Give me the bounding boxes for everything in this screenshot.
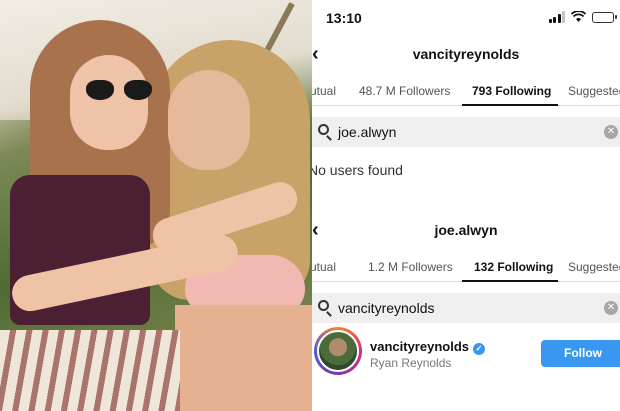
wifi-icon [571, 11, 586, 22]
clear-icon[interactable]: ✕ [604, 301, 618, 315]
tab-following[interactable]: 132 Following [474, 260, 553, 274]
photo-two-women-hugging [0, 0, 312, 411]
result-full-name: Ryan Reynolds [370, 356, 452, 370]
tab-suggested[interactable]: Suggested [568, 84, 620, 98]
clear-icon[interactable]: ✕ [604, 125, 618, 139]
search-input[interactable]: joe.alwyn ✕ [312, 117, 620, 147]
status-time: 13:10 [326, 10, 362, 26]
screen2-header: ‹ joe.alwyn [312, 218, 620, 246]
search-query: joe.alwyn [338, 124, 397, 140]
profile-title: vancityreynolds [412, 46, 520, 62]
search-icon [318, 300, 329, 311]
user-result-row[interactable]: vancityreynolds ✓ Ryan Reynolds Follow [312, 327, 620, 379]
sunglasses [86, 80, 152, 104]
instagram-screens: 13:10 ‹ vancityreynolds Mutual 48.7 M Fo… [312, 0, 620, 411]
search-input[interactable]: vancityreynolds ✕ [312, 293, 620, 323]
active-tab-indicator [462, 280, 558, 282]
tab-mutual[interactable]: Mutual [312, 260, 336, 274]
search-query: vancityreynolds [338, 300, 435, 316]
tab-suggested[interactable]: Suggested [568, 260, 620, 274]
screen1-header: ‹ vancityreynolds [312, 42, 620, 70]
active-tab-indicator [462, 104, 558, 106]
battery-icon [592, 11, 617, 23]
result-username: vancityreynolds [370, 339, 469, 354]
tab-mutual[interactable]: Mutual [312, 84, 336, 98]
tab-followers[interactable]: 1.2 M Followers [368, 260, 453, 274]
empty-state-message: No users found [312, 162, 403, 178]
tab-followers[interactable]: 48.7 M Followers [359, 84, 450, 98]
signal-icon [548, 11, 565, 23]
profile-title: joe.alwyn [434, 222, 498, 238]
follow-tabs: Mutual 1.2 M Followers 132 Following Sug… [312, 252, 620, 282]
follow-tabs: Mutual 48.7 M Followers 793 Following Su… [312, 76, 620, 106]
verified-badge-icon: ✓ [473, 343, 485, 355]
result-username-line: vancityreynolds ✓ [370, 339, 485, 355]
tab-following[interactable]: 793 Following [472, 84, 551, 98]
search-icon [318, 124, 329, 135]
status-bar: 13:10 [312, 0, 620, 36]
avatar[interactable] [314, 327, 362, 375]
follow-button[interactable]: Follow [541, 340, 620, 367]
